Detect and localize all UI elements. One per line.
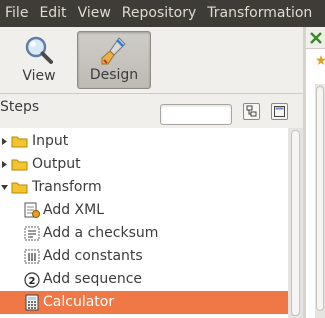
tree-step-label: Calculator <box>43 294 115 310</box>
collapse-all-button[interactable] <box>271 103 288 120</box>
canvas-scrollbar[interactable] <box>315 84 325 318</box>
tree-folder-label: Transform <box>32 179 102 195</box>
paintbrush-icon <box>101 37 126 65</box>
checksum-icon <box>24 226 40 241</box>
tree-folder-input[interactable]: Input <box>0 130 288 153</box>
tree-step-label: Add XML <box>43 202 105 218</box>
expand-all-button[interactable] <box>243 103 260 120</box>
tree-step-add-sequence[interactable]: 2 Add sequence <box>0 268 288 291</box>
tree-step-label: Add sequence <box>43 271 143 287</box>
menu-bar: File Edit View Repository Transformation <box>0 0 325 27</box>
menu-file[interactable]: File <box>0 0 33 27</box>
expanded-arrow-icon <box>1 185 8 190</box>
tree-folder-label: Input <box>32 133 69 149</box>
tree-folder-label: Output <box>32 156 81 172</box>
menu-repository[interactable]: Repository <box>116 0 201 27</box>
tree-step-label: Add a checksum <box>43 225 159 241</box>
scrollbar-thumb[interactable] <box>316 86 324 311</box>
canvas-tab-edge[interactable] <box>306 27 325 49</box>
tree-folder-output[interactable]: Output <box>0 153 288 176</box>
view-perspective-label: View <box>22 68 56 84</box>
add-xml-icon <box>24 202 40 218</box>
menu-view[interactable]: View <box>72 0 116 27</box>
tree-step-add-xml[interactable]: Add XML <box>0 199 288 222</box>
sequence-icon: 2 <box>24 272 40 288</box>
tree-step-add-constants[interactable]: Add constants <box>0 245 288 268</box>
collapse-all-icon <box>274 106 285 117</box>
view-perspective-button[interactable]: View <box>2 31 76 89</box>
steps-title: Steps <box>0 99 40 115</box>
expand-all-icon <box>246 105 257 117</box>
calculator-icon <box>25 294 39 311</box>
folder-icon <box>11 136 28 148</box>
perspective-toolbar: View Design <box>0 27 303 93</box>
steps-filter-input[interactable] <box>160 104 232 125</box>
steps-tree-scrollbar[interactable] <box>288 128 303 318</box>
folder-icon <box>11 159 28 171</box>
svg-text:2: 2 <box>29 276 36 287</box>
transformation-tab-icon <box>310 32 322 44</box>
steps-header: Steps <box>0 93 303 125</box>
collapsed-arrow-icon <box>2 138 7 145</box>
scrollbar-thumb[interactable] <box>291 130 300 316</box>
star-icon <box>316 55 325 65</box>
folder-icon <box>11 182 28 194</box>
steps-tree: Input Output Transform Add XML Add a che… <box>0 128 288 318</box>
tree-step-label: Add constants <box>43 248 143 264</box>
menu-edit[interactable]: Edit <box>33 0 71 27</box>
design-perspective-label: Design <box>89 67 139 83</box>
tree-folder-transform[interactable]: Transform <box>0 176 288 199</box>
tree-step-calculator[interactable]: Calculator <box>0 291 288 314</box>
collapsed-arrow-icon <box>2 161 7 168</box>
constants-icon <box>24 249 40 264</box>
tree-step-add-checksum[interactable]: Add a checksum <box>0 222 288 245</box>
menu-transformation[interactable]: Transformation <box>201 0 317 27</box>
design-perspective-button[interactable]: Design <box>77 31 151 89</box>
magnifier-icon <box>25 36 53 64</box>
